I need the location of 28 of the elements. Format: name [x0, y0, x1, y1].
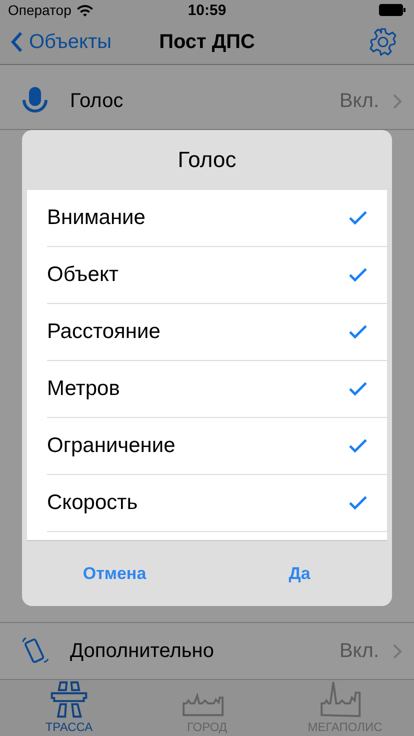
clock-time: 10:59	[188, 2, 226, 18]
option-label: Объект	[47, 263, 120, 287]
settings-icon[interactable]	[368, 27, 398, 57]
option-label: Метров	[47, 377, 121, 401]
screen-title: Пост ДПС	[159, 30, 255, 54]
option-row[interactable]: Метров	[47, 361, 387, 418]
option-label: Внимание	[47, 206, 146, 230]
back-chevron-icon	[10, 31, 23, 53]
setting-label: Голос	[70, 90, 124, 112]
option-label: Расстояние	[47, 320, 162, 344]
chevron-icon	[393, 94, 402, 108]
option-row[interactable]: Внимание	[47, 190, 387, 247]
battery-icon	[379, 4, 406, 16]
dialog-title: Голос	[176, 146, 238, 174]
option-label: Скорость	[47, 491, 139, 515]
settings-row[interactable]: Дополнительно Вкл.	[0, 622, 414, 680]
vibrating-phone-icon	[20, 636, 50, 666]
option-row[interactable]: Скорость	[47, 475, 387, 532]
option-row[interactable]: Объект	[47, 247, 387, 304]
carrier-name: Оператор	[8, 2, 72, 18]
wifi-icon	[76, 4, 94, 16]
option-row[interactable]: Ограничение	[47, 418, 387, 475]
chevron-icon	[393, 644, 402, 658]
setting-value: Вкл.	[339, 640, 379, 662]
setting-value: Вкл.	[339, 90, 379, 112]
setting-label: Дополнительно	[70, 640, 215, 662]
option-label: Ограничение	[47, 434, 176, 458]
option-row[interactable]: Расстояние	[47, 304, 387, 361]
